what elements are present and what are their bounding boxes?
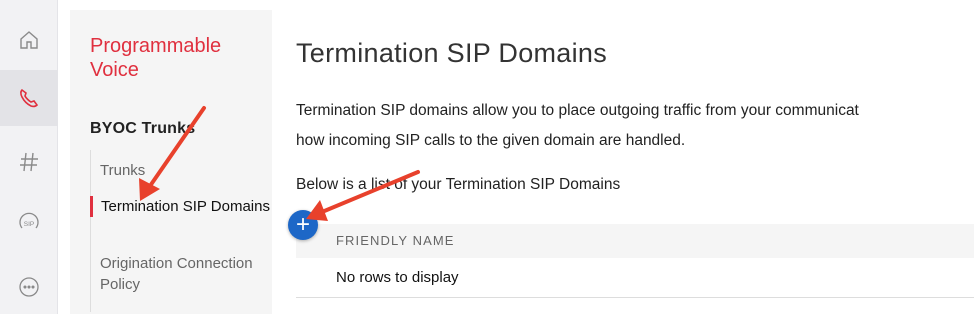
table-row: No rows to display xyxy=(296,258,974,298)
rail-sip[interactable]: SIP xyxy=(0,194,58,250)
nav-item-trunks[interactable]: Trunks xyxy=(90,160,270,181)
main-content: Termination SIP Domains Termination SIP … xyxy=(272,0,974,314)
more-icon xyxy=(17,275,41,299)
rail-home[interactable] xyxy=(0,10,58,70)
sip-icon: SIP xyxy=(17,210,41,234)
nav-section-byoc[interactable]: BYOC Trunks xyxy=(90,120,195,138)
svg-text:SIP: SIP xyxy=(24,221,34,228)
page-description: Termination SIP domains allow you to pla… xyxy=(296,96,974,156)
phone-icon xyxy=(17,86,41,110)
product-nav: Programmable Voice BYOC Trunks Trunks Te… xyxy=(70,10,272,314)
home-icon xyxy=(18,29,40,51)
column-friendly-name[interactable]: FRIENDLY NAME xyxy=(336,233,455,248)
table-header: FRIENDLY NAME xyxy=(296,224,974,258)
rail-more[interactable] xyxy=(0,262,58,312)
icon-rail: SIP xyxy=(0,0,58,314)
page-title: Termination SIP Domains xyxy=(296,38,608,68)
description-line-2: how incoming SIP calls to the given doma… xyxy=(296,132,686,149)
rail-voice[interactable] xyxy=(0,70,58,126)
product-title: Programmable Voice xyxy=(90,35,222,81)
description-line-1: Termination SIP domains allow you to pla… xyxy=(296,102,859,119)
nav-item-origination-connection-policy[interactable]: Origination Connection Policy xyxy=(90,253,270,295)
add-sip-domain-button[interactable]: + xyxy=(288,210,318,240)
list-intro: Below is a list of your Termination SIP … xyxy=(296,176,621,193)
empty-message: No rows to display xyxy=(336,269,459,286)
nav-item-termination-sip-domains[interactable]: Termination SIP Domains xyxy=(90,196,270,217)
rail-numbers[interactable] xyxy=(0,135,58,189)
hash-icon xyxy=(18,151,40,173)
